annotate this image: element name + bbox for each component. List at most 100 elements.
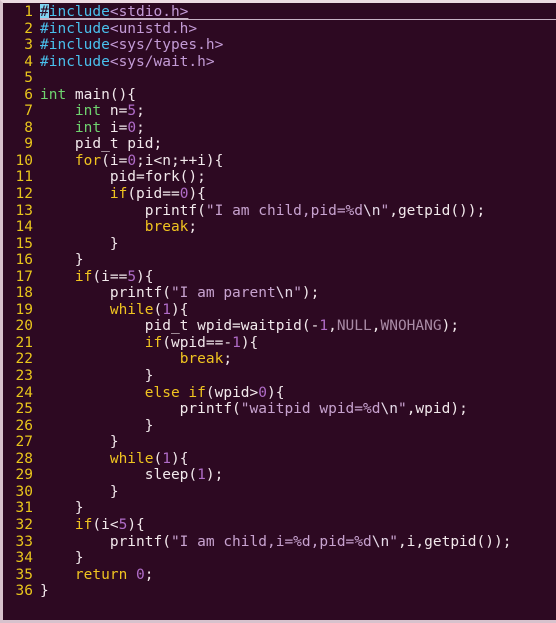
code-line[interactable]: 2 #include<unistd.h>	[3, 21, 556, 38]
code-token: ,i,getpid());	[397, 533, 512, 550]
code-token: "	[397, 401, 407, 418]
code-line[interactable]: 5	[3, 70, 556, 87]
line-number: 16	[15, 252, 33, 269]
code-token: NULL	[336, 318, 372, 335]
code-line[interactable]: 7 int n=5;	[3, 103, 556, 120]
code-line-text[interactable]: #include<stdio.h>	[40, 4, 556, 21]
code-token: 1	[162, 301, 171, 318]
code-token: 0	[258, 384, 268, 401]
code-line-text[interactable]: int n=5;	[40, 103, 556, 120]
code-editor[interactable]: 1 #include<stdio.h> 2 #include<unistd.h> 3 #i…	[0, 0, 556, 623]
code-line[interactable]: 10 for(i=0;i<n;++i){	[3, 153, 556, 170]
code-line-text[interactable]: pid_t pid;	[40, 136, 556, 153]
code-line[interactable]: 3 #include<sys/types.h>	[3, 37, 556, 54]
code-token: "I am parent	[170, 285, 276, 302]
code-line-text[interactable]: if(wpid==-1){	[40, 335, 556, 352]
code-line-text[interactable]: pid=fork();	[40, 169, 556, 186]
code-line-text[interactable]: }	[40, 434, 556, 451]
code-line[interactable]: 22 break;	[3, 351, 556, 368]
code-line[interactable]: 14 break;	[3, 219, 556, 236]
code-line-text[interactable]: return 0;	[40, 567, 556, 584]
code-line-text[interactable]: }	[40, 368, 556, 385]
code-line-text[interactable]: }	[40, 252, 556, 269]
code-line-text[interactable]: while(1){	[40, 451, 556, 468]
code-line[interactable]: 27 }	[3, 434, 556, 451]
code-line-text[interactable]: #include<sys/types.h>	[40, 37, 556, 54]
code-line[interactable]: 31 }	[3, 500, 556, 517]
code-line-text[interactable]: }	[40, 236, 556, 253]
code-line[interactable]: 20 pid_t wpid=waitpid(-1,NULL,WNOHANG);	[3, 318, 556, 335]
code-line-text[interactable]: if(i==5){	[40, 269, 556, 286]
code-token: printf(	[40, 285, 171, 302]
code-line-text[interactable]: #include<sys/wait.h>	[40, 54, 556, 71]
code-line[interactable]: 4 #include<sys/wait.h>	[3, 54, 556, 71]
code-line-text[interactable]: printf("I am child,pid=%d\n",getpid());	[40, 203, 556, 220]
code-line-text[interactable]: while(1){	[40, 302, 556, 319]
code-line[interactable]: 33 printf("I am child,i=%d,pid=%d\n",i,g…	[3, 534, 556, 551]
code-line[interactable]: 19 while(1){	[3, 302, 556, 319]
code-line[interactable]: 26 }	[3, 418, 556, 435]
code-line-text[interactable]: if(pid==0){	[40, 186, 556, 203]
code-token: ;	[136, 119, 145, 136]
code-token: <stdio.h>	[109, 4, 189, 20]
code-line-text[interactable]: break;	[40, 351, 556, 368]
code-token: ){	[267, 384, 285, 401]
code-line[interactable]: 28 while(1){	[3, 451, 556, 468]
code-line[interactable]: 16 }	[3, 252, 556, 269]
code-line-text[interactable]: printf("I am parent\n");	[40, 285, 556, 302]
code-token: return	[74, 566, 128, 583]
code-line-text[interactable]: printf("waitpid wpid=%d\n",wpid);	[40, 401, 556, 418]
line-number: 10	[15, 152, 33, 169]
code-line[interactable]: 13 printf("I am child,pid=%d\n",getpid()…	[3, 203, 556, 220]
code-line-text[interactable]: #include<unistd.h>	[40, 21, 556, 38]
line-number: 8	[24, 119, 33, 136]
code-token: break	[144, 219, 189, 236]
code-line[interactable]: 15 }	[3, 236, 556, 253]
code-line[interactable]: 36}	[3, 583, 556, 600]
code-line-text[interactable]: }	[40, 484, 556, 501]
code-line-text[interactable]: }	[40, 550, 556, 567]
code-line-text[interactable]: }	[40, 418, 556, 435]
code-line-text[interactable]: for(i=0;i<n;++i){	[40, 153, 556, 170]
code-token: if	[74, 268, 93, 285]
code-line-text[interactable]	[40, 70, 556, 87]
code-line-text[interactable]: }	[40, 583, 556, 600]
code-line[interactable]: 25 printf("waitpid wpid=%d\n",wpid);	[3, 401, 556, 418]
code-line[interactable]: 9 pid_t pid;	[3, 136, 556, 153]
code-token: while	[109, 450, 154, 467]
code-token: <sys/wait.h>	[109, 53, 215, 70]
line-number: 32	[15, 516, 33, 533]
code-line-text[interactable]: }	[40, 500, 556, 517]
code-line-text[interactable]: sleep(1);	[40, 467, 556, 484]
code-lines-container[interactable]: 1 #include<stdio.h> 2 #include<unistd.h> 3 #i…	[3, 3, 556, 600]
code-line[interactable]: 21 if(wpid==-1){	[3, 335, 556, 352]
code-line-text[interactable]: break;	[40, 219, 556, 236]
code-token: }	[40, 434, 119, 451]
code-line[interactable]: 11 pid=fork();	[3, 169, 556, 186]
code-line[interactable]: 32 if(i<5){	[3, 517, 556, 534]
code-line-text[interactable]: int i=0;	[40, 120, 556, 137]
code-line[interactable]: 6 int main(){	[3, 87, 556, 104]
code-line[interactable]: 17 if(i==5){	[3, 269, 556, 286]
code-token: printf(	[40, 533, 171, 550]
code-line-text[interactable]: if(i<5){	[40, 517, 556, 534]
code-token: sleep(	[40, 467, 198, 484]
code-line[interactable]: 29 sleep(1);	[3, 467, 556, 484]
code-line-text[interactable]: printf("I am child,i=%d,pid=%d\n",i,getp…	[40, 534, 556, 551]
code-line[interactable]: 23 }	[3, 368, 556, 385]
code-line[interactable]: 30 }	[3, 484, 556, 501]
code-line[interactable]: 8 int i=0;	[3, 120, 556, 137]
code-line[interactable]: 18 printf("I am parent\n");	[3, 285, 556, 302]
code-line-text[interactable]: int main(){	[40, 87, 556, 104]
code-line[interactable]: 34 }	[3, 550, 556, 567]
code-line[interactable]: 1 #include<stdio.h>	[3, 4, 556, 21]
code-line-text[interactable]: pid_t wpid=waitpid(-1,NULL,WNOHANG);	[40, 318, 556, 335]
code-token: );	[301, 285, 320, 302]
line-number: 12	[15, 186, 33, 203]
code-line[interactable]: 35 return 0;	[3, 567, 556, 584]
code-line[interactable]: 12 if(pid==0){	[3, 186, 556, 203]
code-line[interactable]: 24 else if(wpid>0){	[3, 385, 556, 402]
code-line-text[interactable]: else if(wpid>0){	[40, 385, 556, 402]
